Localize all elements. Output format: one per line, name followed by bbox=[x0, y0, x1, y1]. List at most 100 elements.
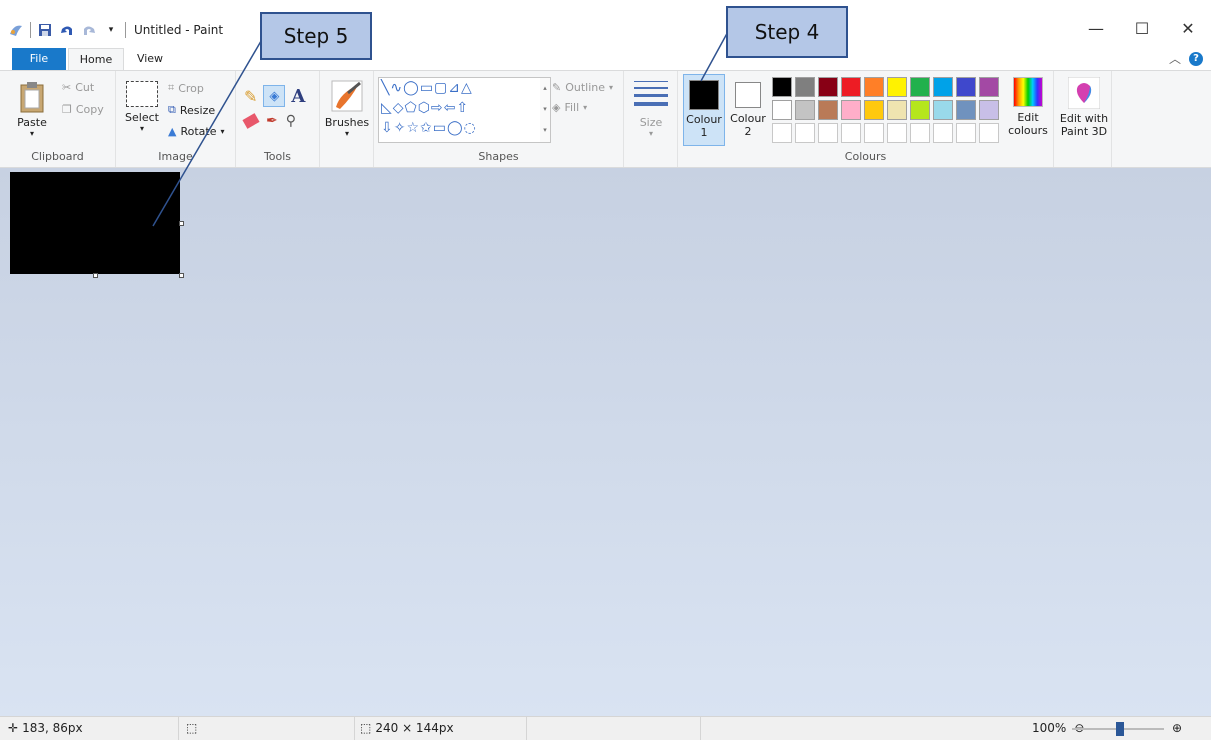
close-button[interactable]: ✕ bbox=[1165, 14, 1211, 42]
palette-swatch[interactable] bbox=[818, 100, 838, 120]
colour-1-button[interactable]: Colour 1 bbox=[683, 74, 725, 146]
crop-button[interactable]: ⌗ Crop bbox=[168, 81, 204, 95]
ribbon-help-area: ︿ ? bbox=[1169, 50, 1203, 67]
paint-3d-icon bbox=[1067, 76, 1101, 110]
collapse-ribbon-icon[interactable]: ︿ bbox=[1169, 50, 1181, 67]
tab-home[interactable]: Home bbox=[68, 48, 124, 70]
palette-swatch[interactable] bbox=[910, 100, 930, 120]
cut-button[interactable]: ✂ Cut bbox=[62, 81, 94, 94]
select-icon bbox=[126, 81, 158, 107]
shapes-scroll[interactable]: ▴ ▾ ▾ bbox=[540, 77, 551, 143]
palette-swatch[interactable] bbox=[864, 100, 884, 120]
undo-icon[interactable] bbox=[59, 22, 75, 38]
crop-label: Crop bbox=[178, 81, 204, 95]
customize-qat-icon[interactable]: ▾ bbox=[103, 22, 119, 38]
colour-1-swatch bbox=[689, 80, 719, 110]
shapes-row-1: ╲∿◯▭▢⊿△ bbox=[381, 80, 473, 96]
outline-button[interactable]: ✎ Outline ▾ bbox=[552, 81, 613, 94]
palette-swatch-empty[interactable] bbox=[979, 123, 999, 143]
brushes-button[interactable]: Brushes ▾ bbox=[324, 79, 370, 138]
drawing-canvas[interactable] bbox=[10, 172, 180, 274]
tab-file[interactable]: File bbox=[12, 48, 66, 70]
palette-swatch[interactable] bbox=[956, 100, 976, 120]
palette-swatch-empty[interactable] bbox=[841, 123, 861, 143]
save-icon[interactable] bbox=[37, 22, 53, 38]
resize-handle-corner[interactable] bbox=[179, 273, 184, 278]
palette-swatch-empty[interactable] bbox=[818, 123, 838, 143]
palette-swatch[interactable] bbox=[841, 100, 861, 120]
rotate-button[interactable]: ▲ Rotate ▾ bbox=[168, 125, 225, 138]
palette-swatch[interactable] bbox=[864, 77, 884, 97]
colour-2-button[interactable]: Colour 2 bbox=[728, 74, 768, 146]
minimize-button[interactable]: — bbox=[1073, 14, 1119, 42]
tools-row-1: ✎ ◈ A bbox=[244, 85, 305, 107]
shapes-gallery[interactable]: ╲∿◯▭▢⊿△ ◺◇⬠⬡⇨⇦⇧ ⇩✧☆✩▭◯◌ bbox=[378, 77, 544, 143]
palette-swatch-empty[interactable] bbox=[933, 123, 953, 143]
palette-swatch[interactable] bbox=[910, 77, 930, 97]
palette-swatch[interactable] bbox=[933, 100, 953, 120]
fill-dropdown-icon: ▾ bbox=[583, 103, 588, 112]
size-button[interactable]: Size ▾ bbox=[630, 79, 672, 138]
copy-button[interactable]: ❐ Copy bbox=[62, 103, 104, 116]
colour-2-number: 2 bbox=[744, 125, 752, 138]
palette-swatch[interactable] bbox=[772, 77, 792, 97]
brushes-label: Brushes bbox=[324, 116, 370, 129]
paint-app-icon[interactable] bbox=[8, 22, 24, 38]
zoom-slider-thumb[interactable] bbox=[1116, 722, 1124, 736]
resize-button[interactable]: ⧉ Resize bbox=[168, 103, 215, 117]
title-bar: ▾ Untitled - Paint — ☐ ✕ bbox=[0, 0, 1211, 48]
help-icon[interactable]: ? bbox=[1189, 51, 1203, 66]
copy-icon: ❐ bbox=[62, 103, 72, 116]
palette-swatch[interactable] bbox=[979, 100, 999, 120]
palette-swatch[interactable] bbox=[979, 77, 999, 97]
paste-button[interactable]: Paste ▾ bbox=[12, 81, 52, 138]
select-button[interactable]: Select ▾ bbox=[122, 81, 162, 133]
outline-icon: ✎ bbox=[552, 81, 562, 94]
rotate-icon: ▲ bbox=[168, 125, 177, 138]
copy-label: Copy bbox=[75, 103, 104, 116]
palette-swatch[interactable] bbox=[933, 77, 953, 97]
status-divider bbox=[354, 717, 355, 740]
zoom-in-icon[interactable]: ⊕ bbox=[1172, 721, 1182, 735]
outline-label: Outline bbox=[565, 81, 606, 94]
palette-swatch-empty[interactable] bbox=[772, 123, 792, 143]
palette-swatch[interactable] bbox=[887, 77, 907, 97]
palette-swatch[interactable] bbox=[887, 100, 907, 120]
ribbon: Paste ▾ ✂ Cut ❐ Copy Clipboard Select ▾ ⌗ C… bbox=[0, 70, 1211, 168]
palette-swatch[interactable] bbox=[841, 77, 861, 97]
fill-button[interactable]: ◈ Fill ▾ bbox=[552, 101, 587, 114]
palette-swatch[interactable] bbox=[795, 77, 815, 97]
palette-swatch-empty[interactable] bbox=[887, 123, 907, 143]
fill-label: Fill bbox=[564, 101, 580, 114]
palette-swatch-empty[interactable] bbox=[864, 123, 884, 143]
eraser-icon[interactable] bbox=[242, 113, 260, 129]
tools-row-2: ✒ ⚲ bbox=[242, 113, 296, 129]
outline-dropdown-icon: ▾ bbox=[609, 83, 614, 92]
magnifier-icon[interactable]: ⚲ bbox=[286, 113, 296, 129]
select-dropdown-icon: ▾ bbox=[139, 124, 144, 133]
colour-picker-icon[interactable]: ✒ bbox=[266, 113, 278, 129]
image-size-icon: ⬚ bbox=[360, 721, 372, 735]
edit-with-paint-3d-button[interactable]: Edit with Paint 3D bbox=[1058, 76, 1110, 138]
tab-view[interactable]: View bbox=[128, 48, 172, 70]
palette-swatch[interactable] bbox=[956, 77, 976, 97]
image-group: Select ▾ ⌗ Crop ⧉ Resize ▲ Rotate ▾ Image bbox=[116, 71, 236, 167]
fill-icon[interactable]: ◈ bbox=[263, 85, 286, 107]
palette-swatch[interactable] bbox=[772, 100, 792, 120]
canvas-workspace[interactable] bbox=[0, 168, 1211, 716]
shapes-row-2: ◺◇⬠⬡⇨⇦⇧ bbox=[381, 100, 470, 116]
palette-swatch[interactable] bbox=[818, 77, 838, 97]
palette-swatch-empty[interactable] bbox=[956, 123, 976, 143]
maximize-button[interactable]: ☐ bbox=[1119, 14, 1165, 42]
pencil-icon[interactable]: ✎ bbox=[244, 87, 257, 106]
step-5-callout: Step 5 bbox=[260, 12, 372, 60]
palette-swatch-empty[interactable] bbox=[795, 123, 815, 143]
redo-icon[interactable] bbox=[81, 22, 97, 38]
zoom-slider[interactable] bbox=[1072, 722, 1164, 736]
edit-colours-button[interactable]: Edit colours bbox=[1006, 77, 1050, 137]
resize-handle-bottom[interactable] bbox=[93, 273, 98, 278]
palette-swatch-empty[interactable] bbox=[910, 123, 930, 143]
palette-swatch[interactable] bbox=[795, 100, 815, 120]
text-icon[interactable]: A bbox=[291, 86, 305, 107]
resize-handle-right[interactable] bbox=[179, 221, 184, 226]
